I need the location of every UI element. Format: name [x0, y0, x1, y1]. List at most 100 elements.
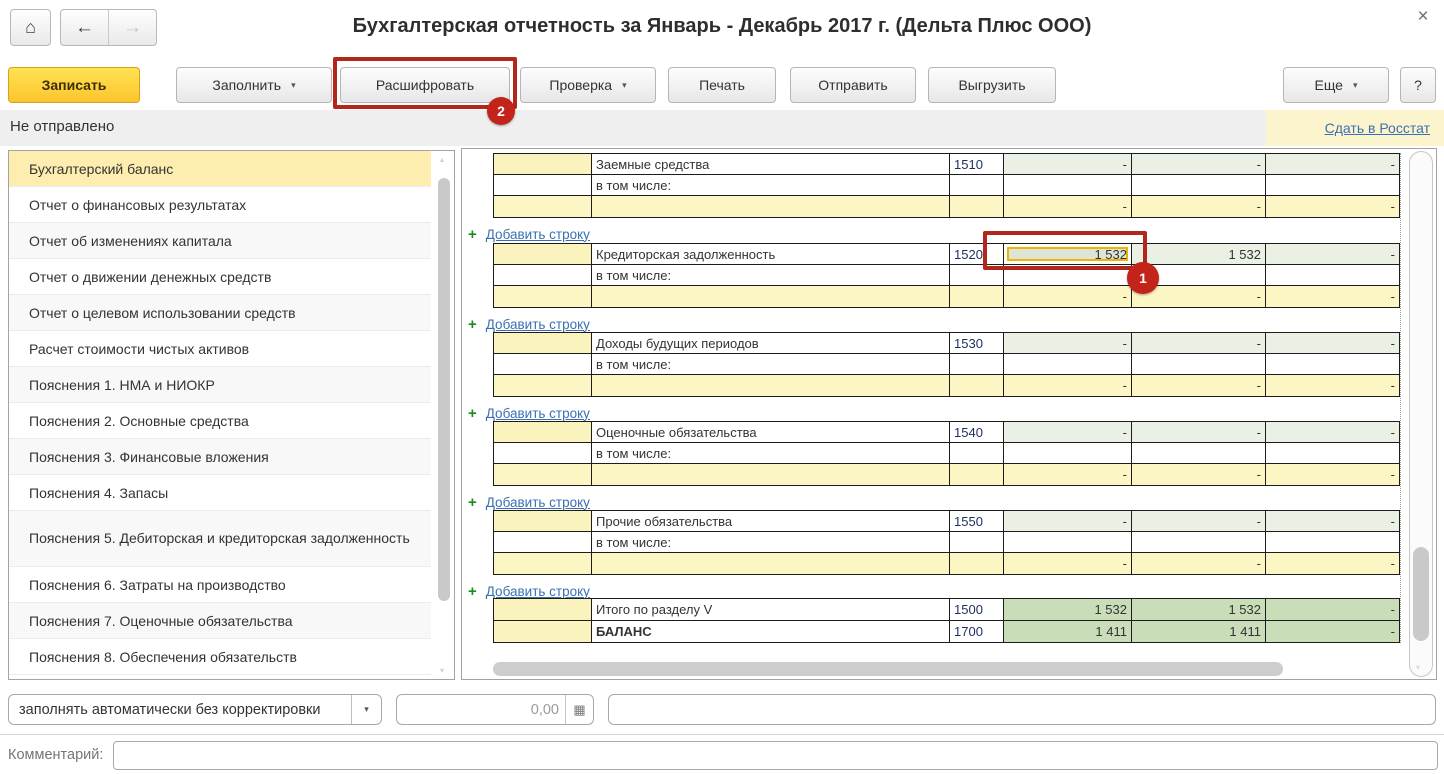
value-cell[interactable]: - — [1266, 333, 1400, 354]
row-code-input[interactable] — [950, 553, 1004, 575]
flag-cell[interactable] — [494, 422, 592, 443]
value-cell[interactable]: - — [1004, 511, 1132, 532]
help-button[interactable]: ? — [1400, 67, 1436, 103]
value-cell[interactable]: - — [1004, 553, 1132, 575]
sidebar-item-cash-flow[interactable]: Отчет о движении денежных средств — [9, 259, 431, 295]
calculator-icon[interactable]: ▦ — [565, 695, 593, 724]
print-button[interactable]: Печать — [668, 67, 776, 103]
sidebar-item-note4[interactable]: Пояснения 4. Запасы — [9, 475, 431, 511]
flag-cell[interactable] — [494, 553, 592, 575]
extra-input[interactable] — [608, 694, 1436, 725]
add-row-link[interactable]: Добавить строку — [486, 317, 590, 332]
export-button[interactable]: Выгрузить — [928, 67, 1056, 103]
value-cell[interactable]: - — [1004, 464, 1132, 486]
value-cell[interactable]: - — [1132, 464, 1266, 486]
sidebar-item-note7[interactable]: Пояснения 7. Оценочные обязательства — [9, 603, 431, 639]
sidebar-item-note5[interactable]: Пояснения 5. Дебиторская и кредиторская … — [9, 511, 431, 567]
row-name-input[interactable] — [592, 553, 950, 575]
check-button[interactable]: Проверка ▾ — [520, 67, 656, 103]
total-value-cell[interactable]: 1 411 — [1004, 621, 1132, 643]
flag-cell[interactable] — [494, 333, 592, 354]
add-row-link[interactable]: Добавить строку — [486, 495, 590, 510]
row-name-input[interactable] — [592, 286, 950, 308]
value-cell[interactable]: - — [1004, 196, 1132, 218]
decrypt-button[interactable]: Расшифровать — [340, 67, 510, 103]
scroll-down-icon[interactable]: ▾ — [1416, 663, 1420, 672]
home-button[interactable]: ⌂ — [10, 9, 51, 46]
row-name-input[interactable] — [592, 375, 950, 397]
sidebar-item-note1[interactable]: Пояснения 1. НМА и НИОКР — [9, 367, 431, 403]
sidebar-item-net-assets[interactable]: Расчет стоимости чистых активов — [9, 331, 431, 367]
row-code-input[interactable] — [950, 286, 1004, 308]
value-cell[interactable]: - — [1132, 375, 1266, 397]
row-name-input[interactable] — [592, 464, 950, 486]
flag-cell[interactable] — [494, 464, 592, 486]
value-cell[interactable]: 1 532 — [1132, 244, 1266, 265]
value-cell[interactable]: - — [1132, 154, 1266, 175]
value-cell[interactable]: - — [1132, 196, 1266, 218]
send-button[interactable]: Отправить — [790, 67, 916, 103]
value-cell[interactable]: - — [1266, 511, 1400, 532]
flag-cell[interactable] — [494, 286, 592, 308]
value-cell[interactable]: - — [1266, 154, 1400, 175]
value-cell[interactable]: - — [1266, 244, 1400, 265]
vertical-scrollbar-thumb[interactable] — [1413, 547, 1429, 641]
total-value-cell[interactable]: 1 532 — [1004, 599, 1132, 621]
flag-cell[interactable] — [494, 154, 592, 175]
close-icon[interactable]: × — [1410, 6, 1436, 32]
scroll-up-icon[interactable]: ▴ — [440, 155, 444, 164]
fill-mode-select[interactable]: заполнять автоматически без корректировк… — [8, 694, 382, 725]
row-code-input[interactable] — [950, 464, 1004, 486]
flag-cell[interactable] — [494, 244, 592, 265]
sidebar-item-balance[interactable]: Бухгалтерский баланс — [9, 151, 431, 187]
value-cell[interactable]: - — [1266, 286, 1400, 308]
comment-input[interactable] — [113, 741, 1438, 770]
value-cell[interactable]: - — [1266, 553, 1400, 575]
value-cell[interactable]: - — [1266, 196, 1400, 218]
selected-value-cell[interactable]: 1 532 — [1004, 244, 1132, 265]
add-row-link[interactable]: Добавить строку — [486, 227, 590, 242]
sidebar-item-fin-results[interactable]: Отчет о финансовых результатах — [9, 187, 431, 223]
amount-field[interactable]: 0,00 ▦ — [396, 694, 594, 725]
sidebar-item-note8[interactable]: Пояснения 8. Обеспечения обязательств — [9, 639, 431, 675]
flag-cell[interactable] — [494, 511, 592, 532]
flag-cell[interactable] — [494, 196, 592, 218]
total-value-cell[interactable]: - — [1266, 599, 1400, 621]
row-name-input[interactable] — [592, 196, 950, 218]
back-button[interactable]: ← — [61, 10, 109, 45]
value-cell[interactable]: - — [1004, 375, 1132, 397]
row-code-input[interactable] — [950, 196, 1004, 218]
sidebar-item-note3[interactable]: Пояснения 3. Финансовые вложения — [9, 439, 431, 475]
value-cell[interactable]: - — [1132, 333, 1266, 354]
save-button[interactable]: Записать — [8, 67, 140, 103]
sidebar-item-target-use[interactable]: Отчет о целевом использовании средств — [9, 295, 431, 331]
value-cell[interactable]: - — [1004, 286, 1132, 308]
rosstat-link[interactable]: Сдать в Росстат — [1325, 120, 1430, 136]
value-cell[interactable]: - — [1004, 154, 1132, 175]
value-cell[interactable]: - — [1266, 464, 1400, 486]
forward-button[interactable]: → — [109, 10, 156, 45]
flag-cell[interactable] — [494, 375, 592, 397]
total-value-cell[interactable]: 1 411 — [1132, 621, 1266, 643]
more-button[interactable]: Еще ▾ — [1283, 67, 1389, 103]
sidebar-scrollbar-thumb[interactable] — [438, 178, 450, 601]
chevron-down-icon[interactable]: ▾ — [351, 695, 381, 724]
total-value-cell[interactable]: - — [1266, 621, 1400, 643]
value-cell[interactable]: - — [1266, 375, 1400, 397]
value-cell[interactable]: - — [1266, 422, 1400, 443]
scroll-down-icon[interactable]: ▾ — [440, 666, 444, 675]
value-cell[interactable]: - — [1132, 511, 1266, 532]
sidebar-item-capital-changes[interactable]: Отчет об изменениях капитала — [9, 223, 431, 259]
value-cell[interactable]: - — [1132, 553, 1266, 575]
row-code-input[interactable] — [950, 375, 1004, 397]
value-cell[interactable]: - — [1004, 422, 1132, 443]
add-row-link[interactable]: Добавить строку — [486, 406, 590, 421]
add-row-link[interactable]: Добавить строку — [486, 584, 590, 599]
value-cell[interactable]: - — [1132, 422, 1266, 443]
sidebar-item-note2[interactable]: Пояснения 2. Основные средства — [9, 403, 431, 439]
total-value-cell[interactable]: 1 532 — [1132, 599, 1266, 621]
fill-button[interactable]: Заполнить ▾ — [176, 67, 332, 103]
horizontal-scrollbar-thumb[interactable] — [493, 662, 1283, 676]
value-cell[interactable]: - — [1004, 333, 1132, 354]
sidebar-item-note6[interactable]: Пояснения 6. Затраты на производство — [9, 567, 431, 603]
